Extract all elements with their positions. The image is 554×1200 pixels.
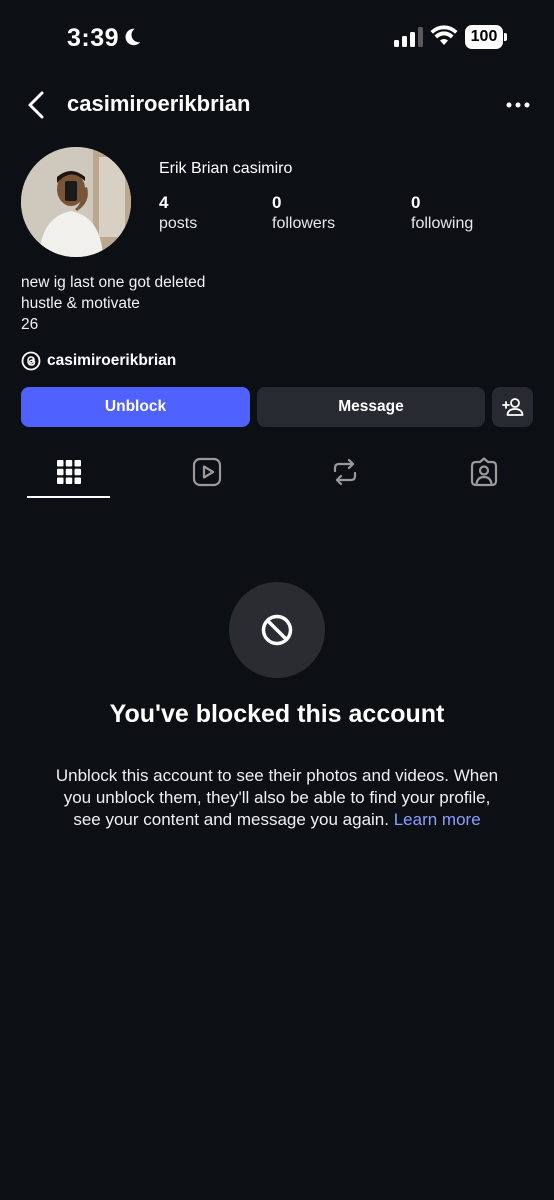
reels-icon	[192, 457, 222, 487]
grid-icon	[57, 460, 81, 484]
blocked-description: Unblock this account to see their photos…	[50, 765, 504, 831]
profile-header: casimiroerikbrian	[0, 80, 554, 130]
back-arrow-icon[interactable]	[24, 90, 50, 120]
more-options-icon[interactable]	[504, 94, 532, 116]
tab-posts-grid[interactable]	[27, 447, 111, 497]
active-tab-indicator	[27, 496, 110, 498]
bio-line: 26	[21, 316, 39, 333]
threads-icon	[21, 351, 41, 371]
following-stat[interactable]: 0 following	[411, 193, 473, 233]
threads-link[interactable]: casimiroerikbrian	[21, 349, 176, 373]
battery-level: 100	[465, 25, 503, 49]
profile-tabs	[0, 447, 554, 501]
tab-tagged[interactable]	[442, 447, 526, 497]
bio: new ig last one got deleted hustle & mot…	[21, 272, 205, 335]
bio-line: new ig last one got deleted	[21, 274, 206, 291]
reposts-icon	[333, 458, 357, 486]
add-user-button[interactable]	[492, 387, 533, 427]
status-time: 3:39	[67, 24, 120, 52]
avatar-photo	[21, 147, 131, 257]
avatar[interactable]	[21, 147, 131, 257]
tab-reposts[interactable]	[303, 447, 387, 497]
profile-screen: 3:39 100 casimiroerikbrian Erik Brian ca…	[0, 0, 554, 1200]
learn-more-link[interactable]: Learn more	[394, 810, 481, 829]
display-name: Erik Brian casimiro	[159, 160, 293, 177]
bio-line: hustle & motivate	[21, 295, 140, 312]
add-user-icon	[501, 398, 523, 416]
block-icon	[261, 614, 293, 646]
following-label: following	[411, 215, 474, 232]
wifi-icon	[430, 25, 458, 45]
message-button[interactable]: Message	[257, 387, 485, 427]
battery-indicator: 100	[465, 25, 507, 49]
followers-label: followers	[272, 215, 336, 232]
followers-stat[interactable]: 0 followers	[272, 193, 335, 233]
moon-icon	[125, 28, 141, 46]
blocked-title: You've blocked this account	[109, 700, 445, 728]
unblock-button[interactable]: Unblock	[21, 387, 250, 427]
battery-tip	[504, 33, 507, 41]
page-title: casimiroerikbrian	[67, 91, 251, 116]
cellular-signal-icon	[394, 27, 423, 47]
blocked-badge	[229, 582, 325, 678]
tagged-icon	[470, 457, 498, 487]
threads-handle: casimiroerikbrian	[47, 352, 177, 369]
posts-stat[interactable]: 4 posts	[159, 193, 197, 233]
tab-reels[interactable]	[165, 447, 249, 497]
posts-label: posts	[159, 215, 198, 232]
status-bar: 3:39 100	[0, 0, 554, 80]
posts-count: 4	[159, 193, 169, 212]
following-count: 0	[411, 193, 421, 212]
followers-count: 0	[272, 193, 282, 212]
